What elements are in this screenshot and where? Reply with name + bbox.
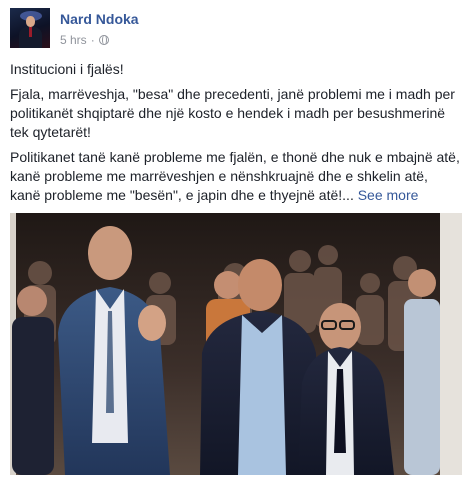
post-meta: 5 hrs · (60, 33, 109, 47)
post-paragraph-1: Institucioni i fjalës! (10, 61, 124, 77)
post-header: Nard Ndoka 5 hrs · (10, 8, 462, 52)
see-more-link[interactable]: See more (358, 187, 419, 203)
post-paragraph-2: Fjala, marrëveshja, "besa" dhe precedent… (10, 86, 455, 140)
facebook-post: Nard Ndoka 5 hrs · Institucioni i fjalës… (0, 0, 472, 485)
post-timestamp[interactable]: 5 hrs (60, 33, 87, 47)
author-name[interactable]: Nard Ndoka (60, 11, 139, 27)
post-paragraph-3: Politikanet tanë kanë probleme me fjalën… (10, 148, 460, 205)
photo-illustration (10, 213, 462, 475)
author-avatar[interactable] (10, 8, 50, 48)
post-text: Institucioni i fjalës! Fjala, marrëveshj… (10, 60, 460, 211)
globe-icon[interactable] (98, 35, 109, 45)
post-photo[interactable] (10, 213, 462, 475)
meta-separator: · (90, 33, 95, 47)
